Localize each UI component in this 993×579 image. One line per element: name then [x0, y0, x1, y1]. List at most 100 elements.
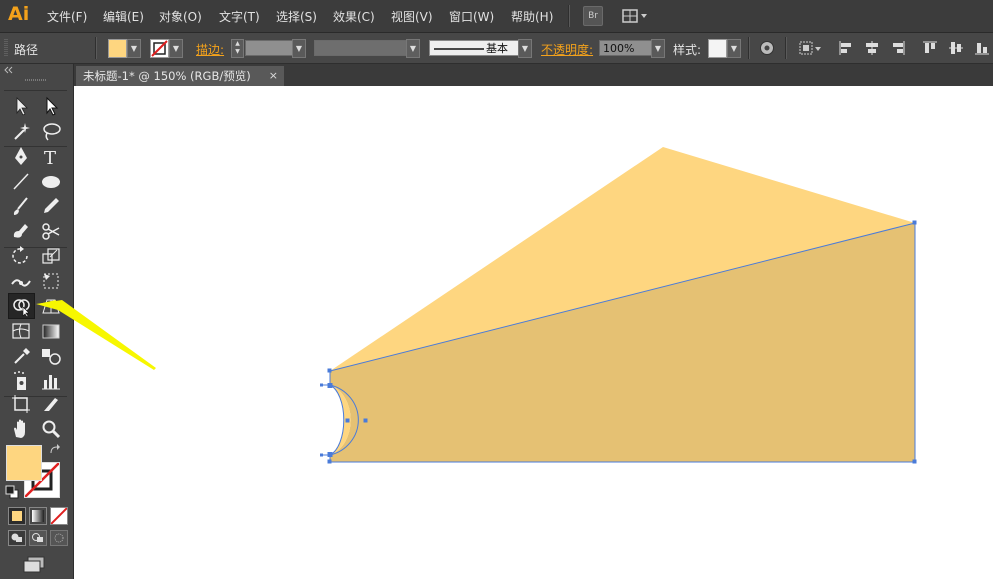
color-mode-button[interactable] — [8, 507, 26, 525]
menu-type[interactable]: 文字(T) — [219, 8, 260, 25]
draw-behind-button[interactable] — [29, 530, 47, 546]
menu-select[interactable]: 选择(S) — [276, 8, 317, 25]
hand-tool[interactable] — [9, 417, 33, 441]
lasso-tool[interactable] — [39, 119, 63, 143]
align-left-icon[interactable] — [838, 40, 854, 56]
pen-tool[interactable] — [9, 144, 33, 168]
direction-handle-point[interactable] — [320, 383, 323, 387]
magic-wand-tool[interactable] — [9, 119, 33, 143]
screen-mode-icon[interactable] — [22, 555, 48, 573]
align-bottom-icon[interactable] — [974, 40, 990, 56]
variable-width-dropdown[interactable]: ▼ — [406, 39, 420, 58]
default-colors-icon[interactable] — [5, 485, 19, 499]
symbol-sprayer-tool[interactable] — [9, 369, 33, 393]
eyedropper-tool[interactable] — [9, 344, 33, 368]
artwork — [320, 147, 917, 464]
fill-dropdown[interactable]: ▼ — [127, 39, 141, 58]
artboard-tool[interactable] — [9, 392, 33, 416]
graphic-style-dropdown[interactable]: ▼ — [727, 39, 741, 58]
arrange-documents-button[interactable] — [619, 6, 651, 26]
ellipse-tool[interactable] — [39, 169, 63, 193]
white-arrow-icon — [46, 96, 59, 116]
artboard-canvas[interactable] — [74, 86, 993, 579]
anchor-point[interactable] — [327, 368, 332, 373]
blob-brush-tool[interactable] — [9, 219, 33, 243]
menu-edit[interactable]: 编辑(E) — [103, 8, 144, 25]
stroke-dropdown[interactable]: ▼ — [169, 39, 183, 58]
anchor-point[interactable] — [327, 459, 332, 464]
gradient-tool[interactable] — [39, 319, 63, 343]
menu-effect[interactable]: 效果(C) — [333, 8, 375, 25]
brush-icon — [13, 197, 28, 215]
stroke-weight-dropdown[interactable]: ▼ — [292, 39, 306, 58]
bridge-button[interactable]: Br — [583, 6, 603, 26]
stroke-label[interactable]: 描边: — [196, 41, 224, 58]
paintbrush-tool[interactable] — [9, 194, 33, 218]
gradient-mode-button[interactable] — [29, 507, 47, 525]
perspective-grid-tool[interactable] — [39, 294, 63, 318]
rotate-tool[interactable] — [9, 244, 33, 268]
opacity-field[interactable]: 100% — [599, 40, 652, 56]
none-mode-button[interactable] — [50, 507, 68, 525]
blend-tool[interactable] — [39, 344, 63, 368]
line-icon — [13, 173, 29, 190]
swap-fill-stroke-icon[interactable] — [49, 444, 61, 456]
free-transform-tool[interactable] — [39, 269, 63, 293]
draw-normal-button[interactable] — [8, 530, 26, 546]
gradient-mode-icon — [32, 510, 44, 522]
scissors-tool[interactable] — [39, 219, 63, 243]
stroke-weight-spinner[interactable]: ▲ ▼ — [231, 39, 244, 58]
document-tab[interactable]: 未标题-1* @ 150% (RGB/预览) × — [76, 66, 284, 86]
pencil-icon — [44, 198, 59, 213]
type-tool[interactable]: T — [39, 144, 63, 169]
anchor-point[interactable] — [912, 459, 917, 464]
draw-inside-button[interactable] — [50, 530, 68, 546]
stroke-weight-field[interactable] — [245, 40, 293, 56]
anchor-point[interactable] — [363, 418, 368, 423]
recolor-artwork-icon[interactable] — [759, 40, 775, 56]
opacity-label[interactable]: 不透明度: — [541, 41, 593, 58]
direct-selection-tool[interactable] — [39, 94, 63, 118]
opacity-dropdown[interactable]: ▼ — [651, 39, 665, 58]
slice-tool[interactable] — [39, 392, 63, 416]
align-right-icon[interactable] — [890, 40, 906, 56]
menu-help[interactable]: 帮助(H) — [511, 8, 553, 25]
collapse-icon[interactable] — [4, 66, 14, 74]
column-graph-tool[interactable] — [39, 369, 63, 393]
width-tool[interactable] — [9, 269, 33, 293]
brush-name: 基本 — [486, 42, 508, 55]
arrow-pointer-icon — [16, 97, 28, 116]
align-horizontal-center-icon[interactable] — [864, 40, 880, 56]
selection-tool[interactable] — [9, 94, 33, 118]
direction-handle-point[interactable] — [320, 453, 323, 457]
mesh-icon — [12, 323, 30, 339]
stroke-color-swatch[interactable] — [150, 39, 169, 58]
lasso-icon — [43, 123, 61, 141]
shape-builder-tool[interactable] — [8, 293, 35, 319]
column-graph-icon — [42, 375, 60, 390]
fill-color-swatch[interactable] — [108, 39, 127, 58]
menu-file[interactable]: 文件(F) — [47, 8, 87, 25]
eyedropper-icon — [14, 348, 30, 364]
anchor-point[interactable] — [912, 220, 917, 225]
close-tab-button[interactable]: × — [269, 66, 278, 86]
mesh-tool[interactable] — [9, 319, 33, 343]
graphic-style-swatch[interactable] — [708, 39, 727, 58]
control-divider — [785, 37, 787, 59]
scale-tool[interactable] — [39, 244, 63, 268]
line-segment-tool[interactable] — [9, 169, 33, 193]
pencil-tool[interactable] — [39, 194, 63, 218]
menu-object[interactable]: 对象(O) — [159, 8, 202, 25]
menu-window[interactable]: 窗口(W) — [449, 8, 494, 25]
fill-swatch-icon[interactable] — [6, 445, 42, 481]
zoom-tool[interactable] — [39, 417, 63, 441]
anchor-point[interactable] — [345, 418, 350, 423]
align-top-icon[interactable] — [922, 40, 938, 56]
selection-type-label: 路径 — [14, 43, 39, 57]
variable-width-profile[interactable] — [314, 40, 407, 56]
align-vertical-center-icon[interactable] — [948, 40, 964, 56]
brush-dropdown[interactable]: ▼ — [518, 39, 532, 58]
brush-definition-field[interactable]: 基本 — [429, 40, 519, 56]
menu-view[interactable]: 视图(V) — [391, 8, 433, 25]
align-to-icon[interactable] — [798, 40, 824, 56]
